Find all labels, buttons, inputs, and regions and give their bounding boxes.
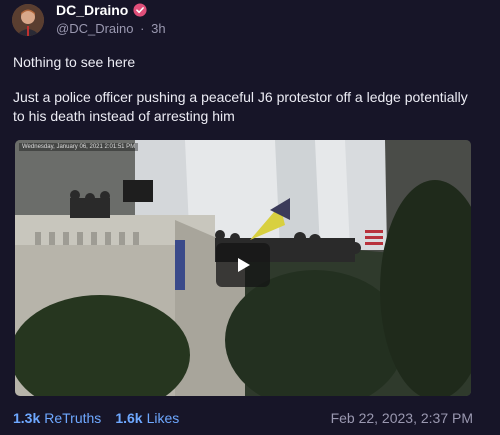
likes-count: 1.6k	[115, 410, 143, 426]
post-date: Feb 22, 2023, 2:37 PM	[330, 410, 473, 426]
likes-stat[interactable]: 1.6k Likes	[115, 410, 179, 426]
avatar-image	[12, 4, 44, 36]
play-button[interactable]	[216, 243, 270, 287]
author-name-row: DC_Draino	[56, 2, 147, 18]
video-timestamp-overlay: Wednesday, January 06, 2021 2:01:51 PM	[19, 143, 139, 151]
avatar[interactable]	[12, 4, 44, 36]
engagement-stats: 1.3k ReTruths 1.6k Likes	[13, 410, 179, 426]
separator-dot: ·	[140, 21, 145, 36]
retruths-stat[interactable]: 1.3k ReTruths	[13, 410, 101, 426]
post-text-line-2: Just a police officer pushing a peaceful…	[13, 89, 468, 124]
video-media[interactable]: Wednesday, January 06, 2021 2:01:51 PM	[15, 140, 471, 396]
author-handle-row: @DC_Draino · 3h	[56, 21, 166, 36]
likes-label: Likes	[146, 410, 180, 426]
play-icon	[238, 258, 250, 272]
post-age: 3h	[151, 21, 166, 36]
author-handle[interactable]: @DC_Draino	[56, 21, 134, 36]
verified-badge-icon	[133, 3, 147, 17]
post-text-line-1: Nothing to see here	[13, 54, 136, 70]
author-display-name[interactable]: DC_Draino	[56, 2, 128, 18]
retruths-label: ReTruths	[44, 410, 102, 426]
retruths-count: 1.3k	[13, 410, 41, 426]
truth-post: DC_Draino @DC_Draino · 3h Nothing to see…	[0, 0, 500, 435]
